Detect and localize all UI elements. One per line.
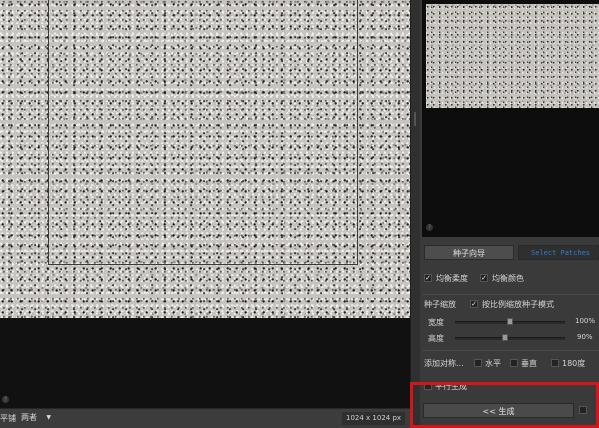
width-slider-label: 宽度: [428, 318, 444, 327]
proportional-seed-checkbox[interactable]: ✓: [470, 300, 478, 308]
vertical-label: 垂直: [521, 359, 537, 368]
height-slider-value: 90%: [577, 333, 593, 341]
horizontal-checkbox[interactable]: [474, 359, 482, 367]
horizontal-label: 水平: [485, 359, 501, 368]
balance-color-checkbox[interactable]: ✓: [480, 274, 488, 282]
rotate-180-label: 180度: [562, 359, 586, 368]
rotate-180-checkbox[interactable]: [551, 359, 559, 367]
balance-smoothness-checkbox[interactable]: ✓: [424, 274, 432, 282]
height-slider-label: 高度: [428, 334, 444, 343]
splitter-grip-icon[interactable]: [414, 112, 416, 126]
tiling-label: 平铺: [0, 414, 16, 423]
preview-thumbnail: [426, 4, 599, 108]
divider: [422, 350, 599, 351]
tile-boundary-frame: [48, 0, 358, 265]
panel-splitter[interactable]: [410, 0, 420, 428]
add-symmetry-label: 添加对称...: [424, 359, 464, 368]
proportional-seed-label: 按比例缩放种子模式: [482, 300, 554, 309]
balance-smoothness-label: 均衡柔度: [436, 274, 468, 283]
width-slider-value: 100%: [575, 317, 596, 325]
height-slider-track[interactable]: [455, 337, 565, 340]
highlight-annotation-box: [410, 382, 599, 428]
status-bar: 平铺 两者 ▼ 1024 x 1024 px: [0, 408, 410, 428]
preview-help-icon[interactable]: ?: [426, 224, 433, 231]
vertical-checkbox[interactable]: [510, 359, 518, 367]
seed-scale-label: 种子缩放: [424, 300, 456, 309]
height-slider-thumb[interactable]: [501, 334, 508, 341]
tiling-mode-value: 两者: [21, 413, 37, 422]
image-size-readout: 1024 x 1024 px: [342, 412, 406, 425]
navigator-icon[interactable]: ?: [2, 396, 9, 403]
chevron-down-icon: ▼: [46, 414, 51, 421]
tiling-mode-select[interactable]: 两者 ▼: [21, 412, 51, 424]
seed-guide-button[interactable]: 种子向导: [424, 245, 514, 260]
select-patches-button[interactable]: Select Patches: [518, 245, 599, 260]
width-slider-thumb[interactable]: [507, 318, 513, 325]
divider: [422, 294, 599, 295]
canvas-empty-area: [0, 318, 410, 408]
balance-color-label: 均衡颜色: [492, 274, 524, 283]
